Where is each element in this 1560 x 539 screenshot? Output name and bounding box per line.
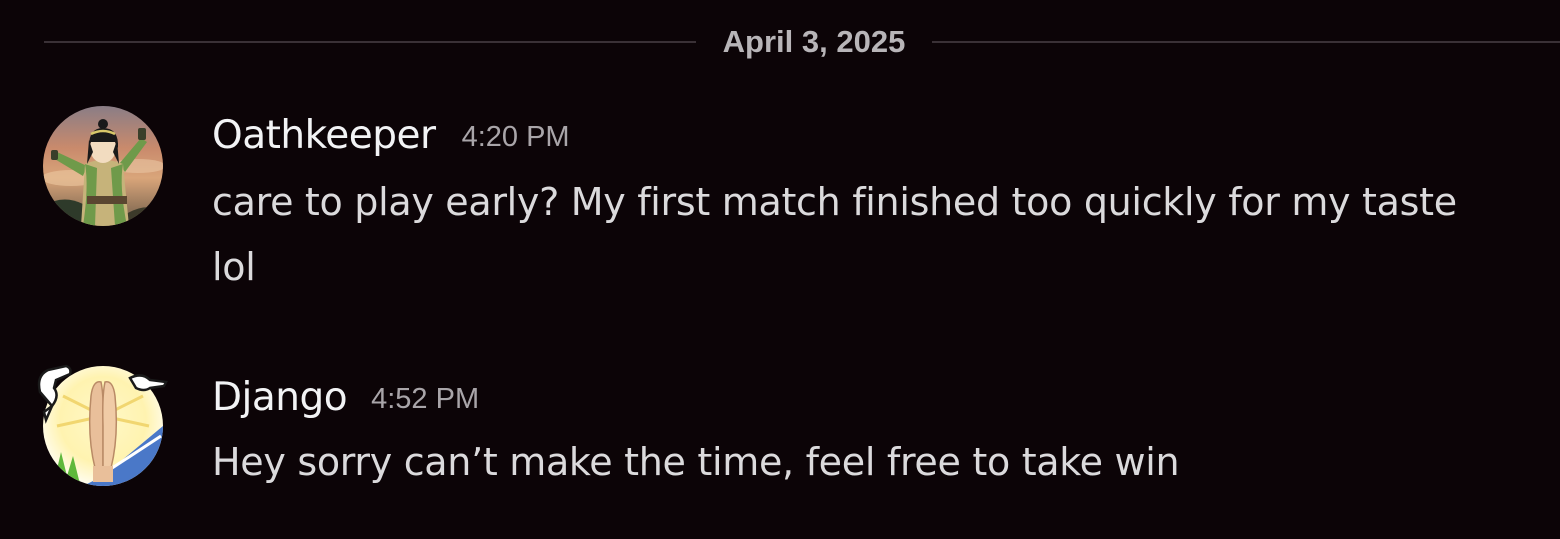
message-header: Oathkeeper 4:20 PM (212, 104, 570, 166)
user-avatar[interactable] (43, 106, 163, 226)
message-header: Django 4:52 PM (212, 366, 479, 428)
message-content: Hey sorry can’t make the time, feel free… (212, 440, 1180, 484)
username[interactable]: Django (212, 375, 348, 420)
avatar-character-icon (43, 106, 163, 226)
divider-date: April 3, 2025 (722, 24, 906, 59)
username[interactable]: Oathkeeper (212, 113, 436, 158)
avatar-praying-hands-icon (43, 366, 163, 486)
divider-line-left (44, 41, 696, 43)
timestamp[interactable]: 4:20 PM (462, 121, 570, 154)
date-divider: April 3, 2025 (44, 22, 1560, 62)
user-avatar[interactable] (43, 366, 163, 486)
message-content: care to play early? My first match finis… (212, 180, 1457, 289)
divider-line-right (932, 41, 1560, 43)
timestamp[interactable]: 4:52 PM (371, 383, 479, 416)
